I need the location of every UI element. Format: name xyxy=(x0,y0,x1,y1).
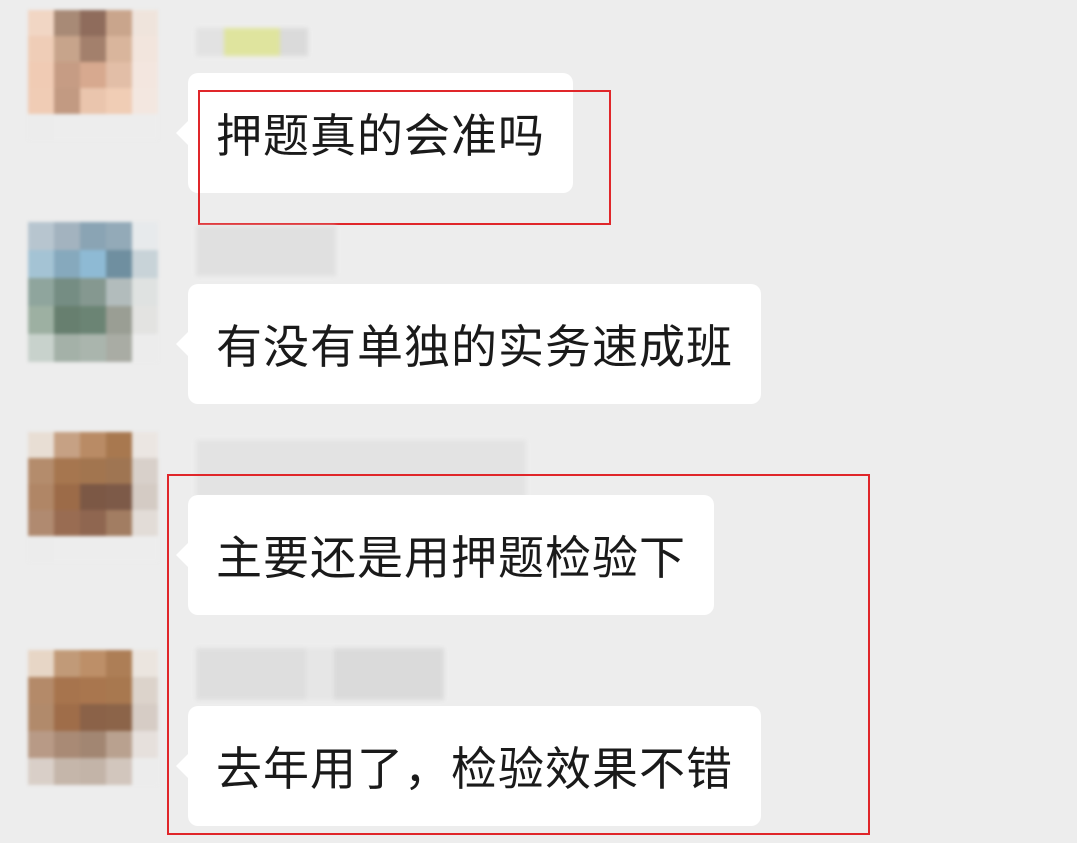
message-text: 主要还是用押题检验下 xyxy=(216,531,686,585)
message-text: 有没有单独的实务速成班 xyxy=(216,320,733,374)
message-text: 押题真的会准吗 xyxy=(216,109,545,163)
sender-name-blurred xyxy=(196,440,526,498)
avatar-1[interactable] xyxy=(28,10,158,140)
sender-name-blurred xyxy=(196,28,308,56)
message-bubble[interactable]: 押题真的会准吗 xyxy=(176,73,573,193)
sender-name-blurred xyxy=(196,648,444,700)
chat-screen: { "messages": [ {"text": "押题真的会准吗"}, {"t… xyxy=(0,0,1077,843)
avatar-4[interactable] xyxy=(28,650,158,785)
message-bubble[interactable]: 有没有单独的实务速成班 xyxy=(176,284,761,404)
message-bubble[interactable]: 去年用了，检验效果不错 xyxy=(176,706,761,826)
message-text: 去年用了，检验效果不错 xyxy=(216,742,733,796)
sender-name-blurred xyxy=(196,226,336,276)
avatar-2[interactable] xyxy=(28,222,158,362)
avatar-3[interactable] xyxy=(28,432,158,562)
message-bubble[interactable]: 主要还是用押题检验下 xyxy=(176,495,714,615)
